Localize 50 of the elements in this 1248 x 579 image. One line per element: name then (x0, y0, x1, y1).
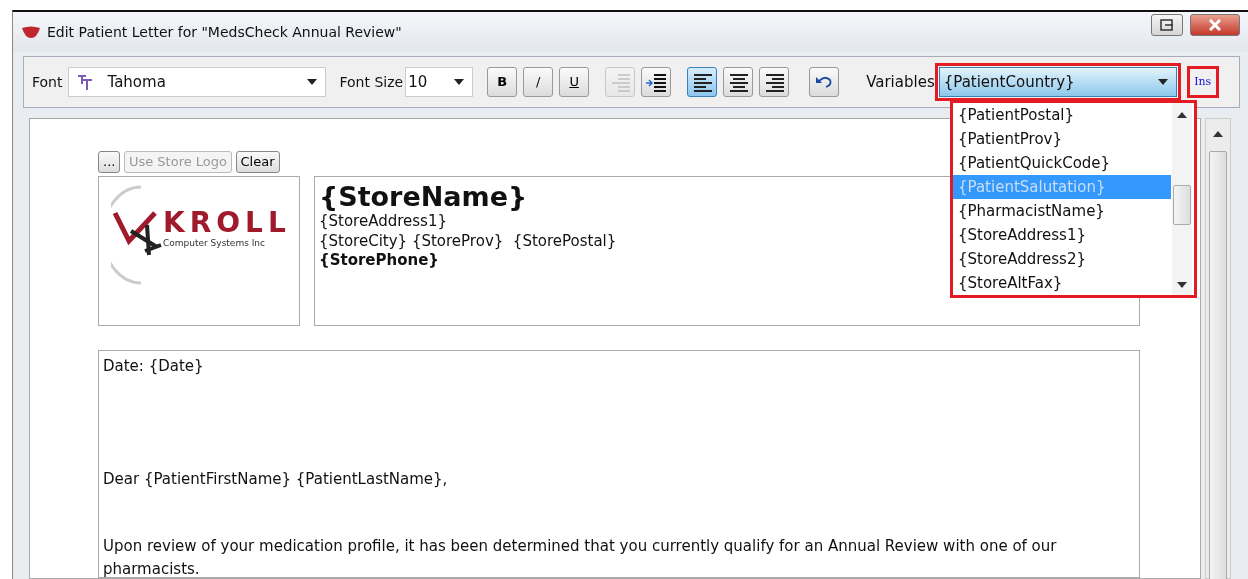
app-icon (21, 25, 41, 39)
indent-button[interactable] (641, 67, 672, 97)
restore-button[interactable] (1151, 14, 1183, 36)
font-label: Font (32, 72, 63, 92)
window-title: Edit Patient Letter for "MedsCheck Annual Review" (47, 22, 402, 42)
italic-button[interactable]: / (523, 67, 554, 97)
underline-button[interactable]: U (559, 67, 590, 97)
font-size-label: Font Size (339, 72, 404, 92)
bold-button[interactable]: B (487, 67, 518, 97)
variables-dropdown[interactable]: {PatientCountry} (938, 67, 1177, 97)
scroll-down-arrow-icon (1177, 282, 1187, 288)
undo-button[interactable] (809, 67, 840, 97)
browse-button[interactable]: ... (98, 151, 121, 173)
align-center-button[interactable] (723, 67, 754, 97)
list-item[interactable]: {StoreAltFax} (953, 271, 1171, 295)
list-item[interactable]: {PatientQuickCode} (953, 151, 1171, 175)
list-item[interactable]: {StoreAddress2} (953, 247, 1171, 271)
align-right-button[interactable] (759, 67, 790, 97)
list-item[interactable]: {PatientProv} (953, 127, 1171, 151)
list-item[interactable]: {PatientPostal} (953, 103, 1171, 127)
store-name: {StoreName} (319, 181, 528, 213)
header-line: {StoreAddress1} (319, 212, 447, 232)
font-dropdown[interactable]: Tahoma (68, 67, 327, 97)
font-value: Tahoma (107, 71, 166, 93)
font-size-value: 10 (408, 71, 428, 93)
close-icon (1209, 19, 1221, 31)
list-item[interactable]: {PharmacistName} (953, 199, 1171, 223)
undo-icon (815, 75, 834, 89)
logo-tagline: Computer Systems Inc (163, 237, 267, 250)
header-line: {StoreCity} {StoreProv} {StorePostal} (319, 231, 617, 252)
scroll-up-arrow-icon (1213, 131, 1223, 137)
list-item[interactable]: {StoreAddress1} (953, 223, 1171, 247)
font-size-dropdown[interactable]: 10 (405, 67, 474, 97)
letter-paragraph: Upon review of your medication profile, it has been determined that you currently qualify for an Annual Review with one of our pharmacists. (103, 536, 1058, 579)
letter-paragraph: Dear {PatientFirstName} {PatientLastName}, (103, 468, 449, 490)
header-line: {StorePhone} (319, 251, 440, 271)
align-left-button[interactable] (687, 67, 718, 97)
dropdown-arrow-icon (1157, 79, 1168, 85)
letter-paragraph: Date: {Date} (103, 356, 205, 377)
font-type-icon (77, 74, 94, 90)
variables-label: Variables (866, 71, 935, 93)
scroll-up-arrow-icon (1177, 112, 1187, 118)
dropdown-arrow-icon (454, 79, 465, 85)
clear-button[interactable]: Clear (235, 151, 280, 173)
close-button[interactable] (1190, 14, 1240, 36)
logo-wordmark: KROLL (163, 209, 291, 237)
window-icon (1160, 19, 1174, 31)
variables-value: {PatientCountry} (943, 71, 1075, 93)
insert-link[interactable]: Ins (1190, 70, 1215, 94)
dropdown-arrow-icon (307, 79, 318, 85)
